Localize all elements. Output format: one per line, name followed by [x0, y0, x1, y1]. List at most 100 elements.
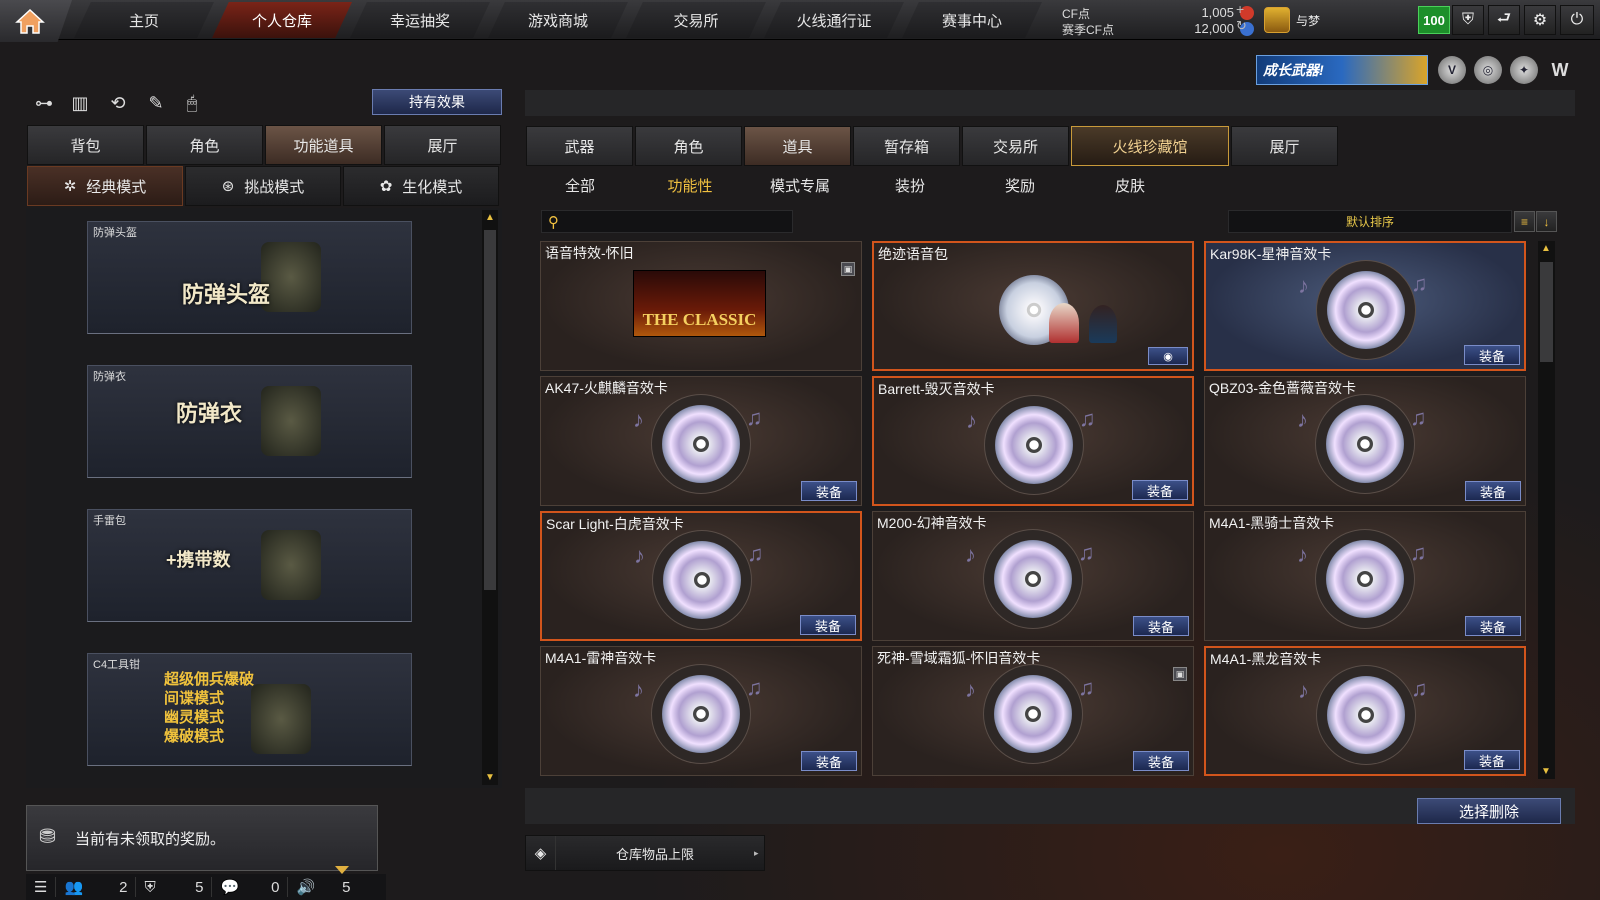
sub-tab[interactable]: 全部	[526, 172, 634, 198]
left-scroll-thumb[interactable]	[484, 230, 496, 590]
equip-button[interactable]: 装备	[1464, 750, 1520, 770]
nav-tab[interactable]: 主页	[74, 2, 214, 38]
grid-scroll-thumb[interactable]	[1540, 262, 1553, 362]
sub-tab[interactable]: 皮肤	[1076, 172, 1184, 198]
mode-tab[interactable]: ✿ 生化模式	[343, 166, 499, 206]
nav-tab[interactable]: 赛事中心	[902, 2, 1042, 38]
mode-tab[interactable]: ✲ 经典模式	[27, 166, 183, 206]
music-note-icon: ♫	[1410, 540, 1427, 565]
item-name: Kar98K-星神音效卡	[1210, 246, 1332, 262]
message-counter[interactable]: 💬 0	[212, 877, 289, 897]
equip-button[interactable]: 装备	[1133, 616, 1189, 636]
sort-dropdown[interactable]: 默认排序	[1228, 210, 1512, 233]
category-tab[interactable]: 火线珍藏馆	[1071, 126, 1229, 166]
item-card[interactable]: Barrett-毁灭音效卡 ♪ ♫ 装备	[872, 376, 1194, 506]
item-card[interactable]: 语音特效-怀旧 THE CLASSIC ▣	[540, 241, 862, 371]
challenge-mode-icon: ⊛	[221, 178, 235, 195]
equip-button[interactable]: 装备	[1465, 481, 1521, 501]
clan-counter[interactable]: ⛨ 5	[136, 877, 213, 897]
item-name: AK47-火麒麟音效卡	[545, 380, 668, 396]
category-tab[interactable]: 暂存箱	[853, 126, 960, 166]
volume-control[interactable]: 🔊 5	[288, 877, 358, 897]
gear-icon[interactable]: ⚙	[1524, 5, 1556, 35]
sort-order-icon[interactable]: ↓	[1536, 211, 1557, 232]
equip-button[interactable]: 装备	[1464, 345, 1520, 365]
item-card[interactable]: 绝迹语音包 ◉	[872, 241, 1194, 371]
category-tab[interactable]: 展厅	[1231, 126, 1338, 166]
user-info[interactable]: 与梦	[1264, 4, 1384, 36]
item-card[interactable]: M4A1-黑龙音效卡 ♪ ♫ 装备	[1204, 646, 1526, 776]
nav-tab[interactable]: 个人仓库	[212, 2, 352, 38]
scroll-up-icon[interactable]: ▲	[482, 212, 498, 223]
sub-tab[interactable]: 装扮	[856, 172, 964, 198]
refresh-icon[interactable]: ↻	[1236, 18, 1247, 34]
history-icon[interactable]: ⟲	[104, 90, 132, 116]
toggle-off-icon[interactable]: ⊶	[30, 90, 58, 116]
nav-tab[interactable]: 交易所	[626, 2, 766, 38]
equip-button[interactable]: 装备	[1133, 751, 1189, 771]
sub-tab[interactable]: 奖励	[966, 172, 1074, 198]
category-tab[interactable]: 角色	[635, 126, 742, 166]
storage-capacity-bar[interactable]: ◈ 仓库物品上限 ▸	[525, 835, 765, 871]
category-tab[interactable]: 道具	[744, 126, 851, 166]
item-card[interactable]: M4A1-黑骑士音效卡 ♪ ♫ 装备	[1204, 511, 1526, 641]
grenade-pack-card[interactable]: 手雷包 +携带数	[87, 509, 412, 622]
grenade-icon	[261, 530, 321, 600]
w-logo-icon[interactable]: W	[1546, 56, 1574, 84]
category-tab[interactable]: 交易所	[962, 126, 1069, 166]
shield-icon[interactable]: ⛨	[1452, 5, 1484, 35]
left-tab[interactable]: 展厅	[384, 125, 501, 165]
exit-room-icon[interactable]: ⮐	[1488, 5, 1520, 35]
power-icon[interactable]: ⏻	[1560, 5, 1594, 35]
body-armor-card[interactable]: 防弹衣 防弹衣	[87, 365, 412, 478]
item-card[interactable]: M4A1-雷神音效卡 ♪ ♫ 装备	[540, 646, 862, 776]
item-card[interactable]: Kar98K-星神音效卡 ♪ ♫ 装备	[1204, 241, 1526, 371]
item-card[interactable]: 死神-雪域霜狐-怀旧音效卡 ♪ ♫ ▣ 装备	[872, 646, 1194, 776]
reward-notice[interactable]: ⛃ 当前有未领取的奖励。	[26, 805, 378, 871]
item-name: M4A1-黑骑士音效卡	[1209, 515, 1335, 531]
nav-tab[interactable]: 游戏商城	[488, 2, 628, 38]
stats-icon[interactable]: ▥	[66, 90, 94, 116]
equip-button[interactable]: 装备	[801, 481, 857, 501]
left-tab[interactable]: 角色	[146, 125, 263, 165]
mouse-icon[interactable]: 🖱	[178, 90, 206, 116]
search-input[interactable]: ⚲	[541, 210, 793, 233]
category-tab[interactable]: 武器	[526, 126, 633, 166]
mode-tab[interactable]: ⊛ 挑战模式	[185, 166, 341, 206]
item-card[interactable]: M200-幻神音效卡 ♪ ♫ 装备	[872, 511, 1194, 641]
item-card[interactable]: AK47-火麒麟音效卡 ♪ ♫ 装备	[540, 376, 862, 506]
clan-count: 5	[195, 878, 204, 896]
left-tab[interactable]: 功能道具	[265, 125, 382, 165]
equip-button[interactable]: 装备	[1132, 480, 1188, 500]
equip-button[interactable]: 装备	[1465, 616, 1521, 636]
item-card[interactable]: Scar Light-白虎音效卡 ♪ ♫ 装备	[540, 511, 862, 641]
v-badge-icon[interactable]: V	[1438, 56, 1466, 84]
add-currency-icon[interactable]: +	[1236, 1, 1244, 17]
c4-tool-card[interactable]: C4工具钳 超级佣兵爆破 间谍模式 幽灵模式 爆破模式	[87, 653, 412, 766]
select-delete-button[interactable]: 选择删除	[1417, 798, 1561, 824]
helmet-card[interactable]: 防弹头盔 防弹头盔	[87, 221, 412, 334]
left-tab[interactable]: 背包	[27, 125, 144, 165]
play-disc-icon[interactable]: ◉	[1148, 347, 1188, 365]
globe-icon[interactable]: ◎	[1474, 56, 1502, 84]
nav-tab[interactable]: 幸运抽奖	[350, 2, 490, 38]
sub-tab[interactable]: 模式专属	[746, 172, 854, 198]
mode-tab-label: 生化模式	[402, 178, 463, 196]
sub-tab[interactable]: 功能性	[636, 172, 744, 198]
promo-banner[interactable]: 成长武器!	[1256, 55, 1428, 85]
scroll-down-icon[interactable]: ▼	[482, 772, 498, 783]
equip-button[interactable]: 装备	[801, 751, 857, 771]
list-view-icon[interactable]: ≡	[1514, 211, 1535, 232]
equip-button[interactable]: 装备	[800, 615, 856, 635]
music-note-icon: ♫	[1411, 676, 1428, 701]
tool-icon[interactable]: ✎	[142, 90, 170, 116]
hold-effect-button[interactable]: 持有效果	[372, 89, 502, 115]
item-card[interactable]: QBZ03-金色蔷薇音效卡 ♪ ♫ 装备	[1204, 376, 1526, 506]
friends-counter[interactable]: 👥 2	[56, 877, 137, 897]
card-title: 手雷包	[93, 515, 126, 527]
nav-tab[interactable]: 火线通行证	[764, 2, 904, 38]
scroll-up-icon[interactable]: ▲	[1538, 243, 1554, 254]
scroll-down-icon[interactable]: ▼	[1538, 766, 1554, 777]
crown-badge-icon[interactable]: ✦	[1510, 56, 1538, 84]
menu-list-icon[interactable]: ☰	[26, 877, 57, 897]
